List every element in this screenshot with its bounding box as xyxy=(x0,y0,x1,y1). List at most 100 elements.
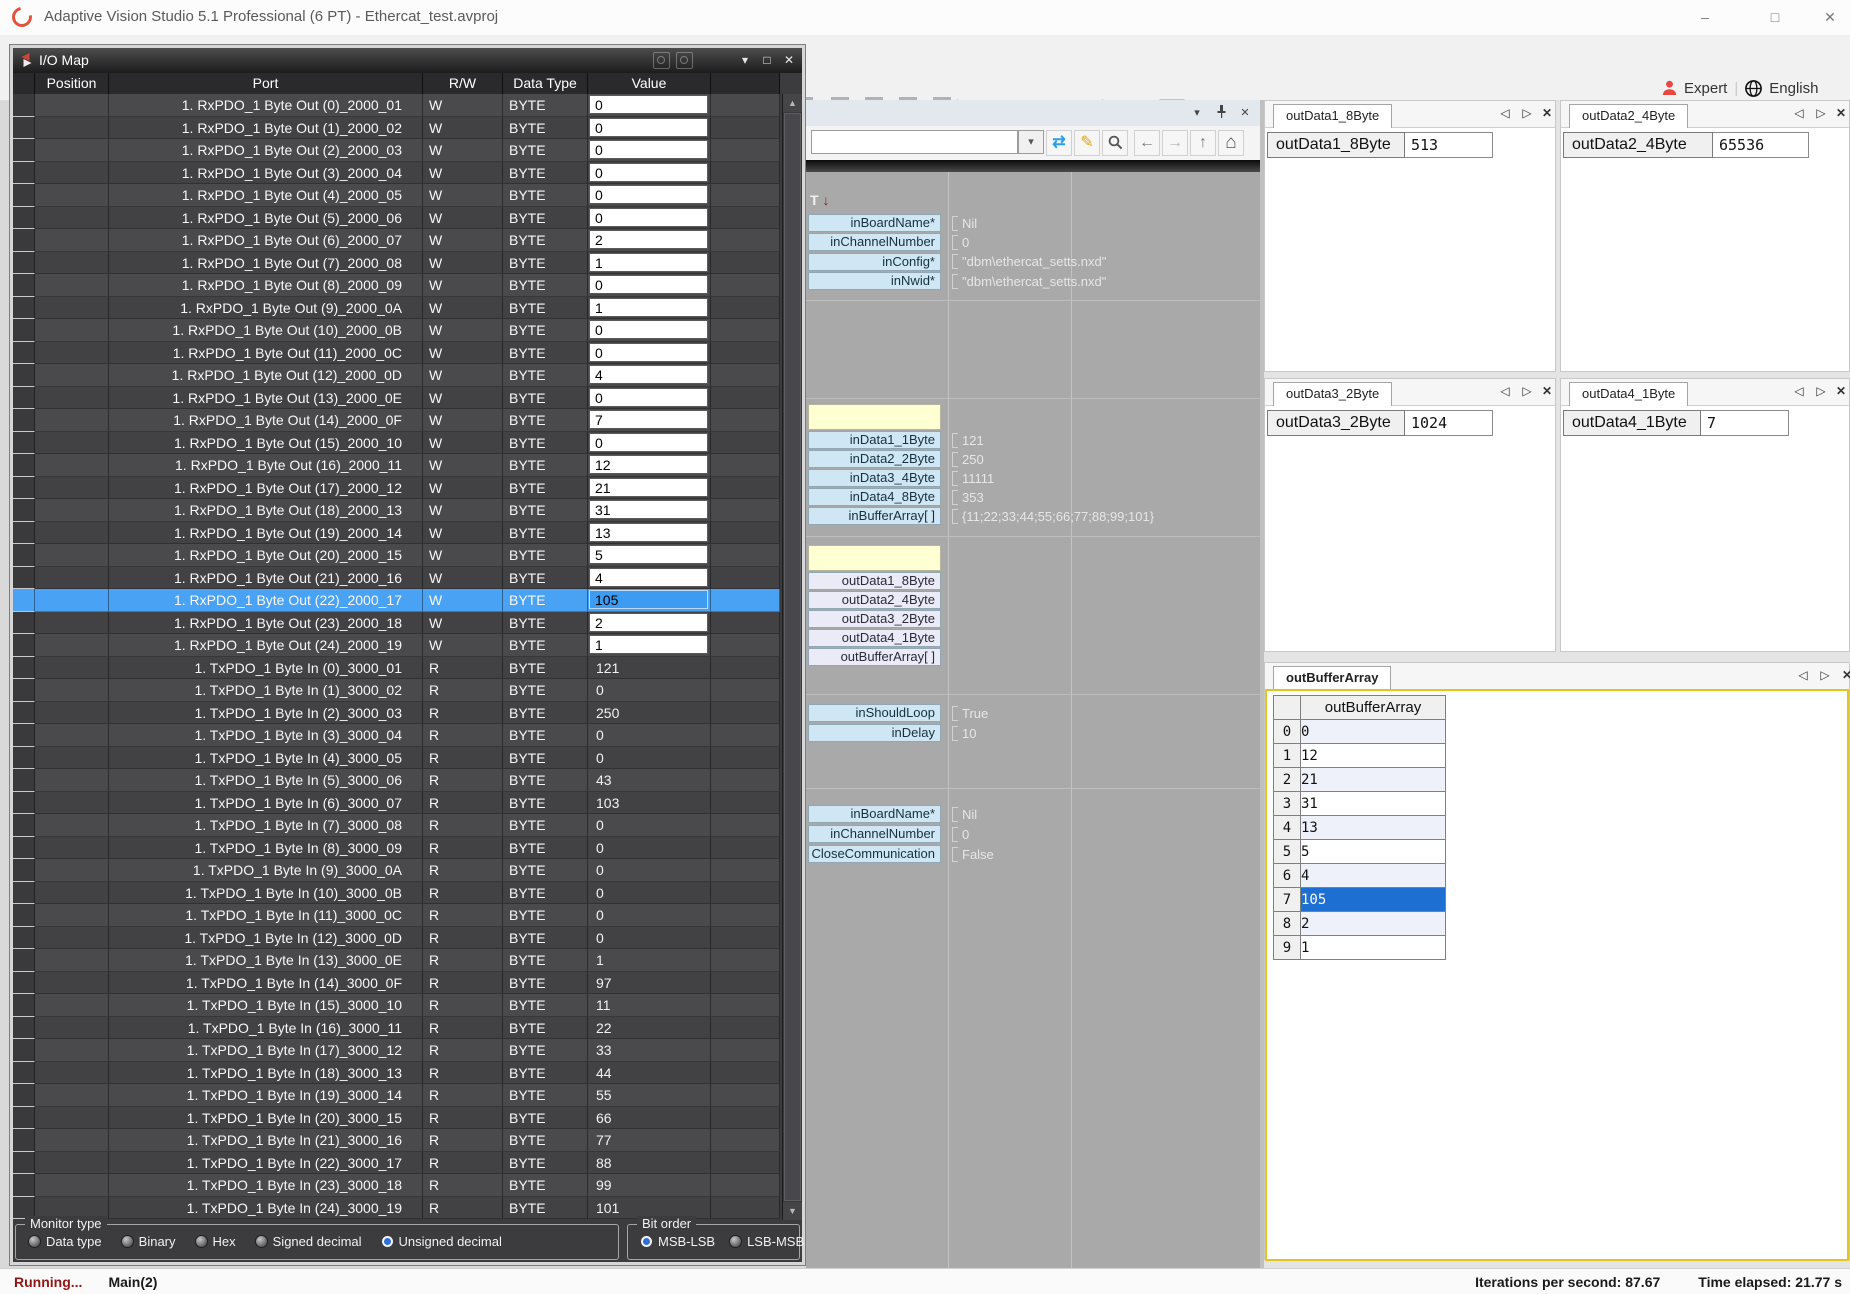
window-maximize-icon[interactable]: □ xyxy=(758,52,776,69)
swap-icon[interactable]: ⇄ xyxy=(1046,130,1072,156)
port-label-indata1-1byte[interactable]: inData1_1Byte xyxy=(808,431,941,449)
io-map-row[interactable]: 1. RxPDO_1 Byte Out (23)_2000_18WBYTE2 xyxy=(13,612,780,635)
value-input[interactable]: 2 xyxy=(589,230,708,249)
filter-search-combobox[interactable] xyxy=(811,130,1018,154)
tab-close-icon[interactable]: ✕ xyxy=(1837,668,1850,682)
scroll-down-icon[interactable]: ▼ xyxy=(783,1202,802,1220)
radio-icon[interactable] xyxy=(121,1235,134,1248)
radio-icon[interactable] xyxy=(640,1235,653,1248)
io-map-row[interactable]: 1. TxPDO_1 Byte In (14)_3000_0FRBYTE97 xyxy=(13,972,780,995)
port-cell[interactable]: 1. RxPDO_1 Byte Out (11)_2000_0C xyxy=(109,342,423,365)
port-label-outdata3-2byte[interactable]: outData3_2Byte xyxy=(808,610,941,628)
edit-icon[interactable]: ✎ xyxy=(1074,130,1100,156)
tab-outbufferarray[interactable]: outBufferArray xyxy=(1273,666,1391,690)
port-cell[interactable]: 1. RxPDO_1 Byte Out (19)_2000_14 xyxy=(109,522,423,545)
io-map-row[interactable]: 1. TxPDO_1 Byte In (18)_3000_13RBYTE44 xyxy=(13,1062,780,1085)
up-icon[interactable]: ↑ xyxy=(1190,130,1216,156)
close-button[interactable]: ✕ xyxy=(1805,0,1850,34)
io-map-row[interactable]: 1. TxPDO_1 Byte In (8)_3000_09RBYTE0 xyxy=(13,837,780,860)
port-cell[interactable]: 1. RxPDO_1 Byte Out (1)_2000_02 xyxy=(109,117,423,140)
row-selector[interactable] xyxy=(13,702,35,725)
row-selector[interactable] xyxy=(13,387,35,410)
port-label-indata2-2byte[interactable]: inData2_2Byte xyxy=(808,450,941,468)
buffer-value-cell[interactable]: 1 xyxy=(1301,936,1446,960)
value-input[interactable]: 4 xyxy=(589,365,708,384)
column-header-value[interactable]: Value xyxy=(588,73,711,94)
port-cell[interactable]: 1. TxPDO_1 Byte In (0)_3000_01 xyxy=(109,657,423,680)
io-map-row[interactable]: 1. RxPDO_1 Byte Out (15)_2000_10WBYTE0 xyxy=(13,432,780,455)
io-map-row[interactable]: 1. RxPDO_1 Byte Out (21)_2000_16WBYTE4 xyxy=(13,567,780,590)
tab-close-icon[interactable]: ✕ xyxy=(1537,384,1557,398)
port-cell[interactable]: 1. TxPDO_1 Byte In (14)_3000_0F xyxy=(109,972,423,995)
value-input[interactable]: 105 xyxy=(589,590,708,609)
tab-next-icon[interactable]: ▷ xyxy=(1815,668,1835,682)
back-icon[interactable]: ← xyxy=(1134,130,1160,156)
row-selector[interactable] xyxy=(13,904,35,927)
port-label-innwid-[interactable]: inNwid* xyxy=(808,272,941,290)
row-selector[interactable] xyxy=(13,724,35,747)
row-selector[interactable] xyxy=(13,972,35,995)
buffer-row[interactable]: 331 xyxy=(1274,792,1446,816)
scrollbar-thumb[interactable] xyxy=(784,113,801,1201)
port-label-outbufferarray-[interactable]: outBufferArray[ ] xyxy=(808,648,941,666)
io-map-row[interactable]: 1. TxPDO_1 Byte In (6)_3000_07RBYTE103 xyxy=(13,792,780,815)
io-map-row[interactable]: 1. RxPDO_1 Byte Out (10)_2000_0BWBYTE0 xyxy=(13,319,780,342)
io-map-row[interactable]: 1. RxPDO_1 Byte Out (17)_2000_12WBYTE21 xyxy=(13,477,780,500)
row-selector[interactable] xyxy=(13,1017,35,1040)
io-map-row[interactable]: 1. RxPDO_1 Byte Out (11)_2000_0CWBYTE0 xyxy=(13,342,780,365)
tab-close-icon[interactable]: ✕ xyxy=(1831,106,1850,120)
port-cell[interactable]: 1. TxPDO_1 Byte In (8)_3000_09 xyxy=(109,837,423,860)
radio-msb-lsb[interactable]: MSB-LSB xyxy=(640,1234,715,1249)
tab-prev-icon[interactable]: ◁ xyxy=(1789,106,1809,120)
column-header-position[interactable]: Position xyxy=(35,73,109,94)
row-selector[interactable] xyxy=(13,837,35,860)
row-selector[interactable] xyxy=(13,859,35,882)
port-label-inchannelnumber[interactable]: inChannelNumber xyxy=(808,233,941,251)
minimize-button[interactable]: – xyxy=(1680,0,1730,34)
scroll-up-icon[interactable]: ▲ xyxy=(783,94,802,112)
row-selector[interactable] xyxy=(13,364,35,387)
io-map-row[interactable]: 1. TxPDO_1 Byte In (22)_3000_17RBYTE88 xyxy=(13,1152,780,1175)
tab-next-icon[interactable]: ▷ xyxy=(1517,106,1537,120)
io-map-row[interactable]: 1. TxPDO_1 Byte In (1)_3000_02RBYTE0 xyxy=(13,679,780,702)
port-cell[interactable]: 1. TxPDO_1 Byte In (1)_3000_02 xyxy=(109,679,423,702)
radio-hex[interactable]: Hex xyxy=(195,1234,236,1249)
port-cell[interactable]: 1. TxPDO_1 Byte In (24)_3000_19 xyxy=(109,1197,423,1220)
buffer-row[interactable]: 221 xyxy=(1274,768,1446,792)
port-cell[interactable]: 1. TxPDO_1 Byte In (2)_3000_03 xyxy=(109,702,423,725)
row-selector[interactable] xyxy=(13,1152,35,1175)
buffer-value-cell[interactable]: 5 xyxy=(1301,840,1446,864)
port-cell[interactable]: 1. RxPDO_1 Byte Out (9)_2000_0A xyxy=(109,297,423,320)
radio-lsb-msb[interactable]: LSB-MSB xyxy=(729,1234,804,1249)
port-label-inboardname-[interactable]: inBoardName* xyxy=(808,214,941,232)
io-map-row[interactable]: 1. RxPDO_1 Byte Out (1)_2000_02WBYTE0 xyxy=(13,117,780,140)
panel-close-icon[interactable]: ✕ xyxy=(1236,105,1254,121)
tab-outdata2_4byte[interactable]: outData2_4Byte xyxy=(1569,104,1688,128)
row-selector[interactable] xyxy=(13,792,35,815)
io-map-row[interactable]: 1. TxPDO_1 Byte In (21)_3000_16RBYTE77 xyxy=(13,1129,780,1152)
port-cell[interactable]: 1. TxPDO_1 Byte In (18)_3000_13 xyxy=(109,1062,423,1085)
io-map-row[interactable]: 1. TxPDO_1 Byte In (3)_3000_04RBYTE0 xyxy=(13,724,780,747)
radio-signed-decimal[interactable]: Signed decimal xyxy=(255,1234,362,1249)
row-selector[interactable] xyxy=(13,634,35,657)
io-map-row[interactable]: 1. RxPDO_1 Byte Out (0)_2000_01WBYTE0 xyxy=(13,94,780,117)
row-selector[interactable] xyxy=(13,747,35,770)
port-cell[interactable]: 1. TxPDO_1 Byte In (6)_3000_07 xyxy=(109,792,423,815)
row-selector[interactable] xyxy=(13,1129,35,1152)
port-cell[interactable]: 1. TxPDO_1 Byte In (12)_3000_0D xyxy=(109,927,423,950)
port-cell[interactable]: 1. TxPDO_1 Byte In (23)_3000_18 xyxy=(109,1174,423,1197)
value-input[interactable]: 7 xyxy=(589,410,708,429)
port-cell[interactable]: 1. RxPDO_1 Byte Out (21)_2000_16 xyxy=(109,567,423,590)
panel-menu-icon[interactable]: ▾ xyxy=(1188,105,1206,121)
row-selector[interactable] xyxy=(13,949,35,972)
language-button[interactable]: English xyxy=(1769,80,1818,97)
port-cell[interactable]: 1. TxPDO_1 Byte In (21)_3000_16 xyxy=(109,1129,423,1152)
tab-outdata4_1byte[interactable]: outData4_1Byte xyxy=(1569,382,1688,406)
port-cell[interactable]: 1. RxPDO_1 Byte Out (12)_2000_0D xyxy=(109,364,423,387)
port-cell[interactable]: 1. RxPDO_1 Byte Out (10)_2000_0B xyxy=(109,319,423,342)
port-cell[interactable]: 1. TxPDO_1 Byte In (20)_3000_15 xyxy=(109,1107,423,1130)
row-selector[interactable] xyxy=(13,657,35,680)
port-label-outdata4-1byte[interactable]: outData4_1Byte xyxy=(808,629,941,647)
tab-outdata3_2byte[interactable]: outData3_2Byte xyxy=(1273,382,1392,406)
buffer-row[interactable]: 00 xyxy=(1274,720,1446,744)
